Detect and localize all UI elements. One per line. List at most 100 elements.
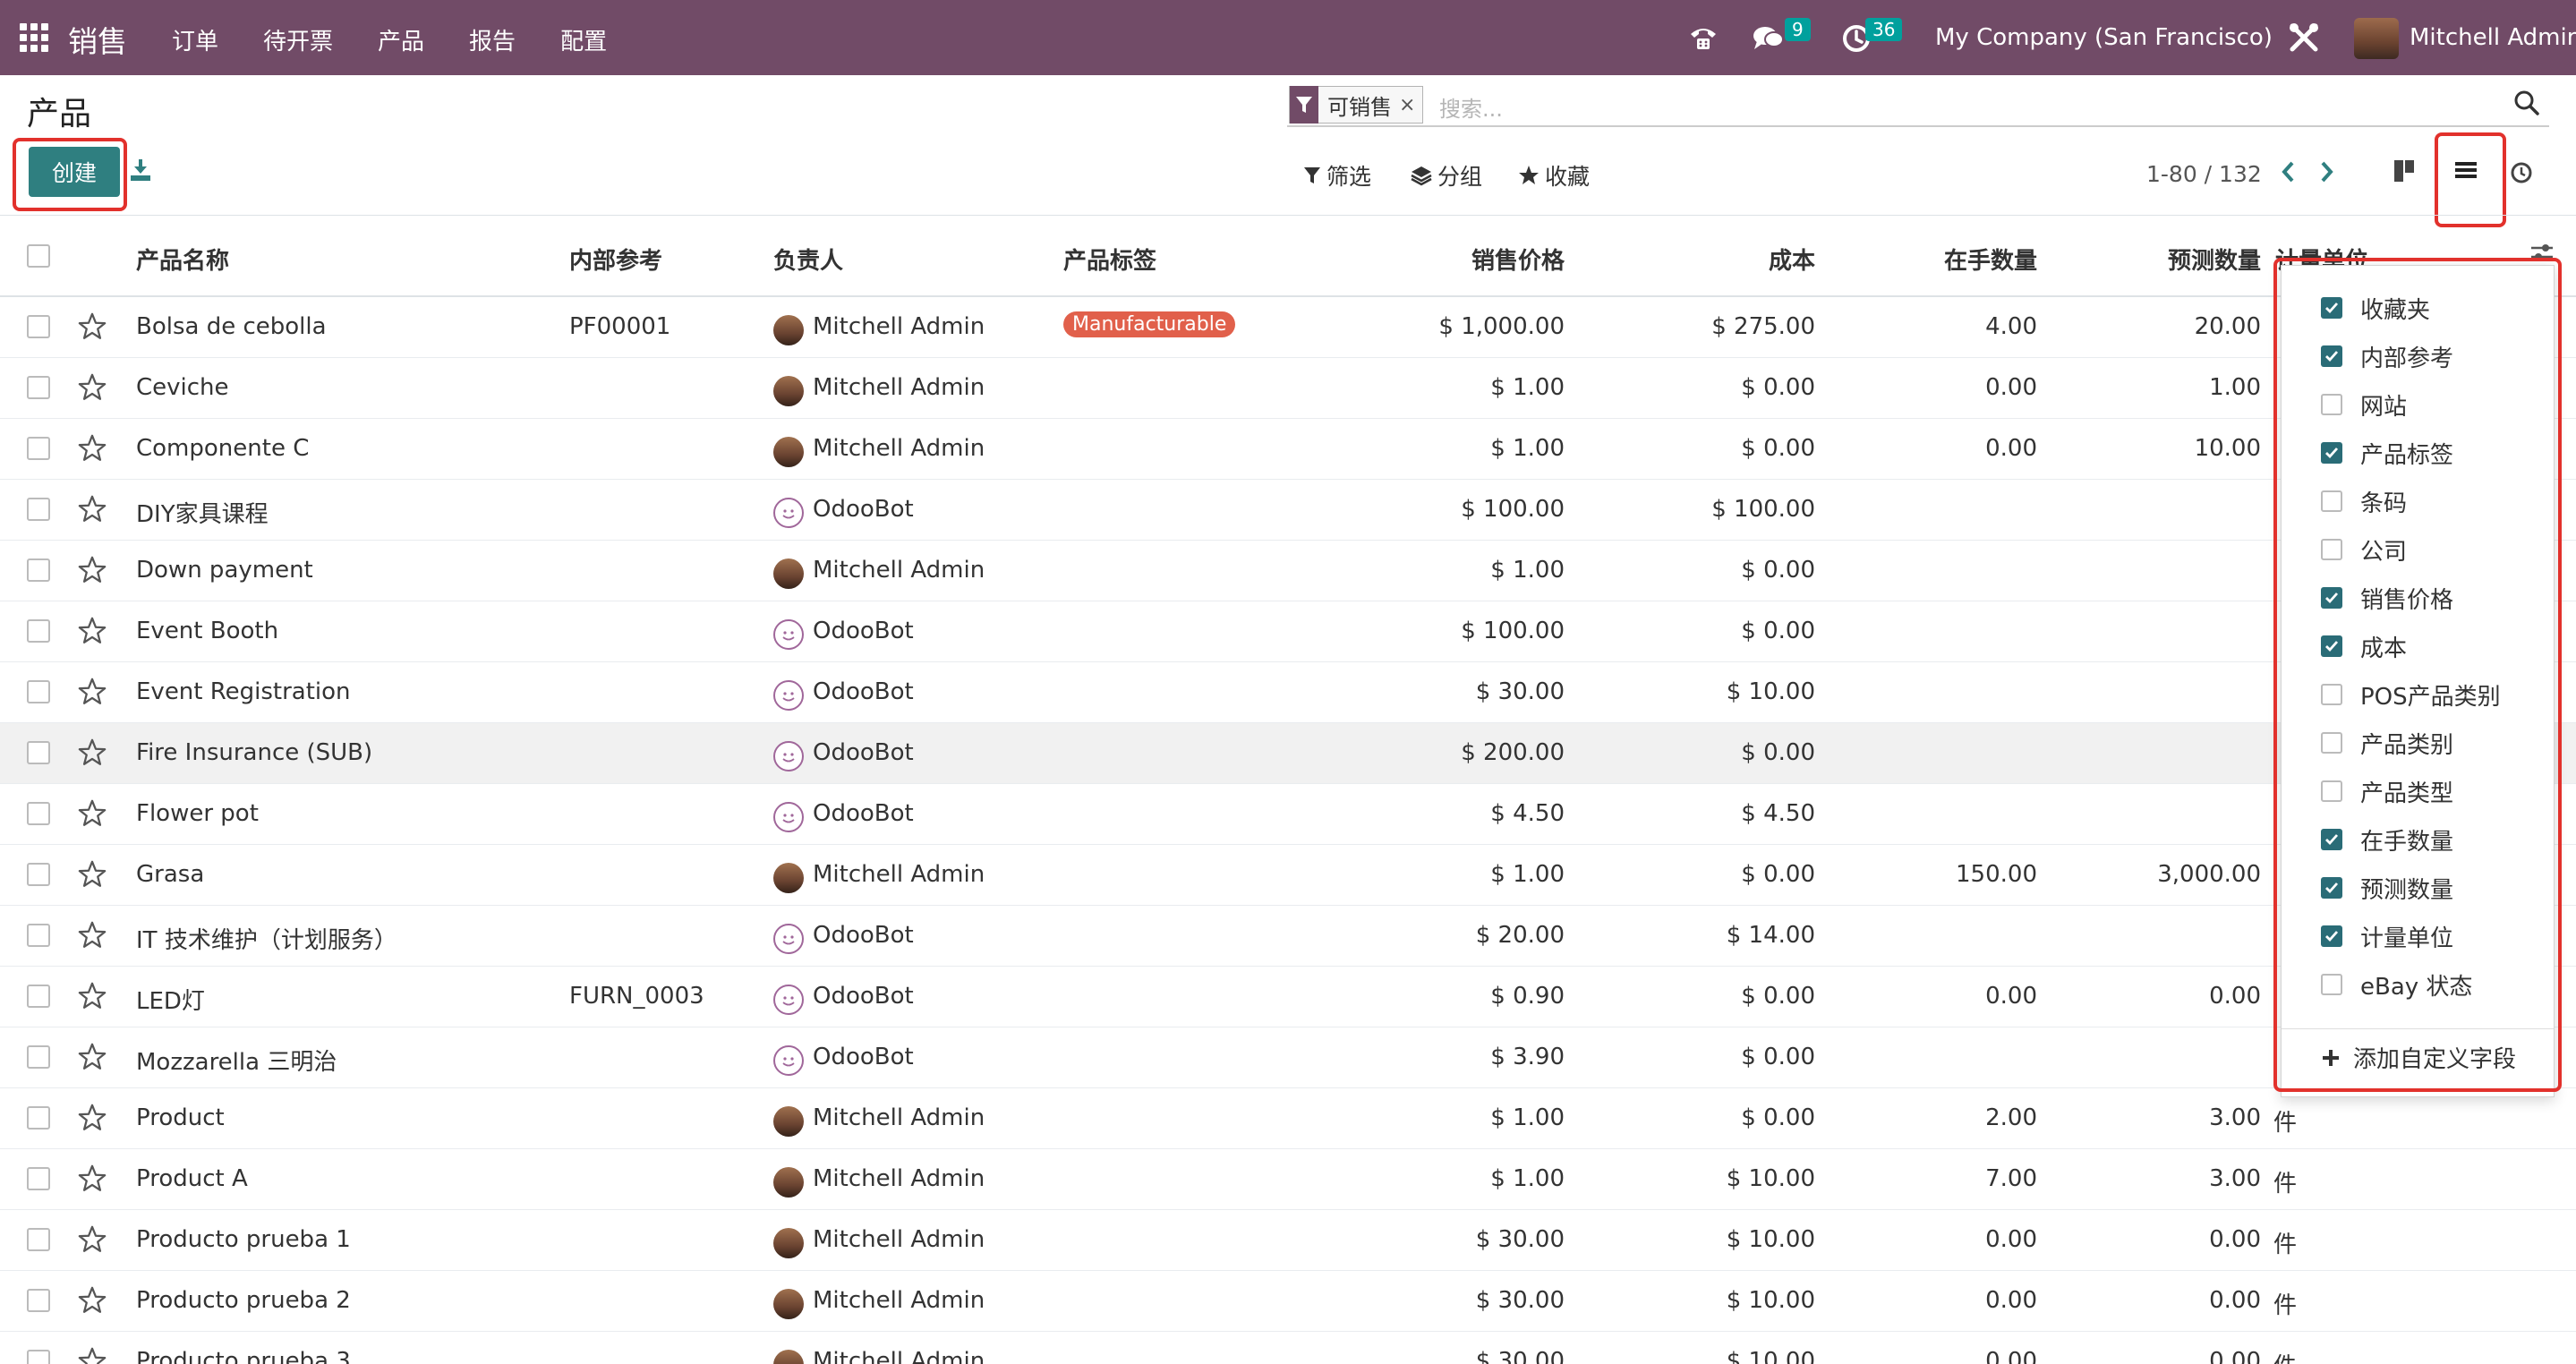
- table-row[interactable]: DIY家具课程 OdooBot $ 100.00 $ 100.00: [0, 480, 2576, 541]
- qty-forecast: 20.00: [2194, 313, 2261, 340]
- export-download-icon[interactable]: [129, 158, 152, 186]
- company-switcher[interactable]: My Company (San Francisco): [1935, 24, 2273, 51]
- facet-remove-button[interactable]: ×: [1399, 94, 1422, 116]
- row-checkbox[interactable]: [27, 1106, 50, 1130]
- table-row[interactable]: Componente C Mitchell Admin $ 1.00 $ 0.00 0.…: [0, 419, 2576, 480]
- table-row[interactable]: Event Booth OdooBot $ 100.00 $ 0.00: [0, 601, 2576, 662]
- favorite-star-icon[interactable]: [77, 372, 107, 406]
- table-row[interactable]: Grasa Mitchell Admin $ 1.00 $ 0.00 150.00 3,0…: [0, 845, 2576, 906]
- row-checkbox[interactable]: [27, 1350, 50, 1364]
- table-row[interactable]: Ceviche Mitchell Admin $ 1.00 $ 0.00 0.00 1.0…: [0, 358, 2576, 419]
- favorite-star-icon[interactable]: [77, 494, 107, 528]
- pager-value[interactable]: 1-80 / 132: [2146, 161, 2262, 187]
- row-checkbox[interactable]: [27, 498, 50, 521]
- table-row[interactable]: Producto prueba 3 Mitchell Admin $ 30.00 $ …: [0, 1332, 2576, 1364]
- column-header-ref[interactable]: 内部参考: [569, 243, 662, 276]
- filters-button[interactable]: 筛选: [1303, 159, 1371, 192]
- menu-item-products[interactable]: 产品: [378, 23, 424, 56]
- row-checkbox[interactable]: [27, 985, 50, 1008]
- row-checkbox[interactable]: [27, 558, 50, 582]
- table-row[interactable]: Product A Mitchell Admin $ 1.00 $ 10.00 7.00…: [0, 1149, 2576, 1210]
- table-row[interactable]: LED灯 FURN_0003 OdooBot $ 0.90 $ 0.00 0.00 0.00: [0, 967, 2576, 1027]
- search-input[interactable]: 搜索...: [1439, 91, 1503, 123]
- favorite-star-icon[interactable]: [77, 798, 107, 832]
- column-header-price[interactable]: 销售价格: [1343, 243, 1565, 276]
- row-checkbox[interactable]: [27, 437, 50, 460]
- user-avatar[interactable]: [2354, 18, 2399, 59]
- pager-previous-icon[interactable]: [2279, 159, 2297, 188]
- favorite-star-icon[interactable]: [77, 920, 107, 954]
- phone-icon[interactable]: [1688, 23, 1719, 55]
- row-checkbox[interactable]: [27, 680, 50, 703]
- favorite-star-icon[interactable]: [77, 859, 107, 893]
- favorite-star-icon[interactable]: [77, 433, 107, 467]
- product-name: Fire Insurance (SUB): [136, 739, 373, 766]
- row-checkbox[interactable]: [27, 376, 50, 399]
- favorites-button[interactable]: 收藏: [1518, 159, 1590, 192]
- menu-item-configuration[interactable]: 配置: [560, 23, 607, 56]
- row-checkbox[interactable]: [27, 315, 50, 338]
- row-checkbox[interactable]: [27, 1228, 50, 1251]
- favorite-star-icon[interactable]: [77, 311, 107, 345]
- column-header-tags[interactable]: 产品标签: [1063, 243, 1156, 276]
- column-header-responsible[interactable]: 负责人: [773, 243, 843, 276]
- table-row[interactable]: Product Mitchell Admin $ 1.00 $ 0.00 2.00 3.0…: [0, 1088, 2576, 1149]
- favorite-star-icon[interactable]: [77, 737, 107, 772]
- select-all-checkbox[interactable]: [27, 244, 50, 268]
- favorite-star-icon[interactable]: [77, 1224, 107, 1258]
- favorite-star-icon[interactable]: [77, 555, 107, 589]
- row-checkbox[interactable]: [27, 1167, 50, 1190]
- sale-price: $ 1,000.00: [1438, 313, 1565, 340]
- favorite-star-icon[interactable]: [77, 1285, 107, 1319]
- user-menu[interactable]: Mitchell Admin: [2410, 24, 2576, 51]
- menu-item-reporting[interactable]: 报告: [469, 23, 516, 56]
- kanban-view-icon[interactable]: [2392, 158, 2418, 188]
- pager-next-icon[interactable]: [2318, 159, 2336, 188]
- menu-item-to-invoice[interactable]: 待开票: [263, 23, 333, 56]
- row-checkbox[interactable]: [27, 741, 50, 764]
- table-row[interactable]: Producto prueba 2 Mitchell Admin $ 30.00 $ …: [0, 1271, 2576, 1332]
- table-row[interactable]: Event Registration OdooBot $ 30.00 $ 10.00: [0, 662, 2576, 723]
- odoobot-avatar: [773, 802, 804, 832]
- favorite-star-icon[interactable]: [77, 677, 107, 711]
- row-checkbox[interactable]: [27, 619, 50, 643]
- user-avatar-small: [773, 315, 804, 345]
- table-row[interactable]: Down payment Mitchell Admin $ 1.00 $ 0.00: [0, 541, 2576, 601]
- activity-view-icon[interactable]: [2510, 161, 2533, 188]
- column-header-name[interactable]: 产品名称: [136, 243, 229, 276]
- favorite-star-icon[interactable]: [77, 1103, 107, 1137]
- menu-item-orders[interactable]: 订单: [172, 23, 218, 56]
- qty-forecast: 0.00: [2209, 1226, 2261, 1253]
- column-header-cost[interactable]: 成本: [1611, 243, 1815, 276]
- table-row[interactable]: Producto prueba 1 Mitchell Admin $ 30.00 $ …: [0, 1210, 2576, 1271]
- debug-tools-icon[interactable]: [2288, 21, 2320, 57]
- messages-icon[interactable]: [1753, 25, 1785, 55]
- favorite-star-icon[interactable]: [77, 1042, 107, 1076]
- column-header-forecast[interactable]: 预测数量: [2059, 243, 2261, 276]
- row-checkbox[interactable]: [27, 1045, 50, 1069]
- search-icon[interactable]: [2513, 90, 2540, 120]
- table-row[interactable]: IT 技术维护（计划服务） OdooBot $ 20.00 $ 14.00: [0, 906, 2576, 967]
- qty-forecast: 10.00: [2194, 435, 2261, 462]
- app-name[interactable]: 销售: [68, 18, 127, 61]
- table-row[interactable]: Mozzarella 三明治 OdooBot $ 3.90 $ 0.00: [0, 1027, 2576, 1088]
- sale-price: $ 30.00: [1475, 1287, 1565, 1314]
- group-by-button[interactable]: 分组: [1411, 159, 1482, 192]
- favorite-star-icon[interactable]: [77, 616, 107, 650]
- table-row[interactable]: Bolsa de cebolla PF00001 Mitchell Admin Man…: [0, 297, 2576, 358]
- row-checkbox[interactable]: [27, 924, 50, 947]
- favorite-star-icon[interactable]: [77, 1164, 107, 1198]
- row-checkbox[interactable]: [27, 863, 50, 886]
- favorite-star-icon[interactable]: [77, 1346, 107, 1364]
- column-header-onhand[interactable]: 在手数量: [1862, 243, 2037, 276]
- qty-onhand: 0.00: [1985, 983, 2037, 1010]
- favorite-star-icon[interactable]: [77, 981, 107, 1015]
- search-bar[interactable]: 可销售 × 搜索...: [1287, 86, 2549, 127]
- table-row[interactable]: Flower pot OdooBot $ 4.50 $ 4.50: [0, 784, 2576, 845]
- apps-menu-icon[interactable]: [20, 23, 48, 52]
- row-checkbox[interactable]: [27, 1289, 50, 1312]
- responsible-name: Mitchell Admin: [813, 557, 985, 584]
- responsible-name: OdooBot: [813, 618, 914, 644]
- row-checkbox[interactable]: [27, 802, 50, 825]
- table-row[interactable]: Fire Insurance (SUB) OdooBot $ 200.00 $ 0.0…: [0, 723, 2576, 784]
